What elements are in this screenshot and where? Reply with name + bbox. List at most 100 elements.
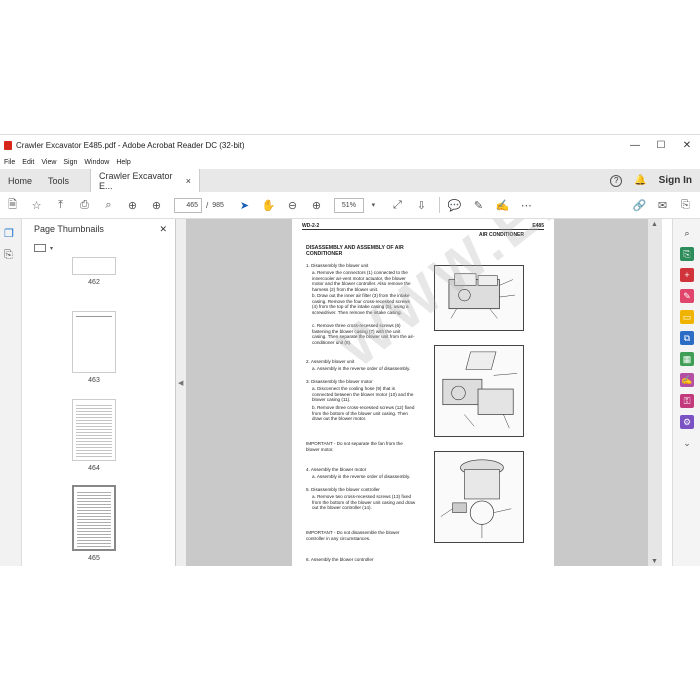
thumb-content [77,490,111,548]
page-thumbnails-icon[interactable]: ❐ [4,227,18,241]
close-window-button[interactable]: ✕ [674,140,700,151]
figure-drawing [442,351,518,429]
email-icon[interactable]: ✉ [656,199,669,212]
page-separator: / [206,200,209,210]
menu-window[interactable]: Window [84,159,109,166]
organize-pages-icon[interactable]: ▦ [680,352,694,366]
text-block: 6. Assembly the blower controller [306,557,374,562]
thumbnail-463[interactable] [72,311,116,373]
upload-icon[interactable]: ⤒ [54,199,67,212]
menu-file[interactable]: File [4,159,15,166]
figure-blower-controller [434,451,524,543]
tab-home[interactable]: Home [0,169,40,192]
text-block: 1. Disassembly the blower unit [306,263,369,268]
zoom-search-icon[interactable]: ⌕ [680,226,694,240]
hand-tool-icon[interactable]: ✋ [262,199,276,212]
page-title: DISASSEMBLY AND ASSEMBLY OF AIR CONDITIO… [306,245,404,257]
comment-icon[interactable]: 💬 [448,199,462,212]
main-toolbar: 🗎 ☆ ⤒ ⎙ ⌕ ⊕ ⊕ 465 / 985 ➤ ✋ ⊖ ⊕ 51% ▾ ⤢ … [0,192,700,219]
section-title: AIR CONDITIONER [479,232,524,238]
zoom-dropdown-icon[interactable]: ▾ [367,199,380,212]
toolbar-right: 🔗 ✉ ⎘ [633,199,692,212]
important-note: IMPORTANT - Do not separate the fan from… [306,441,403,452]
text-block: 2. Assembly blower unit [306,359,355,364]
scroll-up-icon[interactable]: ▲ [651,221,658,228]
vertical-scrollbar[interactable]: ▲ ▼ [648,219,662,566]
export-pdf-icon[interactable]: ⎘ [680,247,694,261]
highlight-pen-icon[interactable]: ✎ [472,199,485,212]
menu-help[interactable]: Help [116,159,130,166]
fit-page-icon[interactable]: ⤢ [391,199,404,212]
zoom-level-select[interactable]: 51% [333,197,364,213]
thumbnail-label: 462 [88,279,100,286]
panel-header: Page Thumbnails ✕ [22,219,175,239]
scroll-mode-icon[interactable]: ⇩ [415,199,428,212]
thumbnail-462[interactable] [72,257,116,275]
panel-options[interactable]: ▾ [22,239,175,257]
text-block: a. Remove two cross-recessed screws (13)… [312,494,416,511]
edit-pdf-icon[interactable]: ✎ [680,289,694,303]
right-tools-rail: ⌕ ⎘ + ✎ ▭ ⧉ ▦ ✍ ⚿ ⚙ ⌄ [672,219,700,566]
save-icon[interactable]: ⎘ [679,199,692,212]
text-block: 3. Disassembly the blower motor [306,379,373,384]
menu-view[interactable]: View [41,159,56,166]
comment-tool-icon[interactable]: ▭ [680,310,694,324]
tab-tools[interactable]: Tools [40,169,90,192]
bookmark-star-icon[interactable]: ☆ [30,199,43,212]
attachments-icon[interactable]: ⎘ [4,249,18,263]
maximize-button[interactable]: ☐ [648,140,674,151]
close-tab-icon[interactable]: × [186,176,191,186]
text-block: a. Assembly is the reverse order of disa… [312,366,411,371]
rail-expand-icon[interactable]: ⌄ [680,436,694,450]
tabbar-right: ? 🔔 Sign In [610,169,692,192]
more-tools-icon[interactable]: ⋯ [520,199,533,212]
thumb-line [76,316,112,317]
tab-document[interactable]: Crawler Excavator E... × [90,169,200,192]
important-note: IMPORTANT - Do not disassemble the blowe… [306,530,400,541]
print-icon[interactable]: ⎙ [78,199,91,212]
tab-home-label: Home [8,175,33,186]
create-file-icon[interactable]: 🗎 [6,199,19,212]
tab-tools-label: Tools [48,175,70,186]
thumbnail-label: 463 [88,377,100,384]
fill-sign-icon[interactable]: ✍ [680,373,694,387]
panel-collapse-handle[interactable]: ◀ [176,219,186,566]
thumbnail-options-icon[interactable] [34,244,46,252]
title-bar: Crawler Excavator E485.pdf - Adobe Acrob… [0,135,700,155]
select-cursor-icon[interactable]: ➤ [238,199,251,212]
tab-document-label: Crawler Excavator E... [99,170,173,191]
text-block: 4. Assembly the blower motor [306,467,367,472]
more-tools-rail-icon[interactable]: ⚙ [680,415,694,429]
zoom-out-icon[interactable]: ⊖ [286,199,299,212]
protect-icon[interactable]: ⚿ [680,394,694,408]
close-panel-icon[interactable]: ✕ [159,224,167,235]
thumbnail-464[interactable] [72,399,116,461]
menu-edit[interactable]: Edit [22,159,34,166]
zoom-in-icon[interactable]: ⊕ [310,199,323,212]
scroll-down-icon[interactable]: ▼ [651,558,658,565]
document-viewport[interactable]: WD-2-2 E485 AIR CONDITIONER DISASSEMBLY … [186,219,662,566]
notifications-icon[interactable]: 🔔 [634,175,646,186]
figure-drawing [440,459,512,539]
share-link-icon[interactable]: 🔗 [633,199,647,212]
menu-bar: File Edit View Sign Window Help [0,155,700,169]
create-pdf-icon[interactable]: + [680,268,694,282]
combine-files-icon[interactable]: ⧉ [680,331,694,345]
acrobat-logo-icon [4,140,12,150]
sign-in-button[interactable]: Sign In [659,175,692,186]
tab-bar: Home Tools Crawler Excavator E... × ? 🔔 … [0,169,700,192]
thumbnail-465[interactable] [72,485,116,551]
thumb-content [76,403,112,457]
next-page-icon[interactable]: ⊕ [150,199,163,212]
chevron-down-icon[interactable]: ▾ [50,245,53,252]
previous-page-icon[interactable]: ⊕ [126,199,139,212]
help-icon[interactable]: ? [610,174,623,187]
minimize-button[interactable]: — [622,140,648,151]
thumbnails-panel: Page Thumbnails ✕ ▾ 462 463 464 465 [22,219,176,566]
text-block: a. Assembly is the reverse order of disa… [312,474,411,479]
page-number-input[interactable]: 465 [174,197,202,213]
thumbnail-label: 465 [88,555,100,562]
search-icon[interactable]: ⌕ [102,199,115,212]
menu-sign[interactable]: Sign [63,159,77,166]
sign-icon[interactable]: ✍ [496,199,510,212]
